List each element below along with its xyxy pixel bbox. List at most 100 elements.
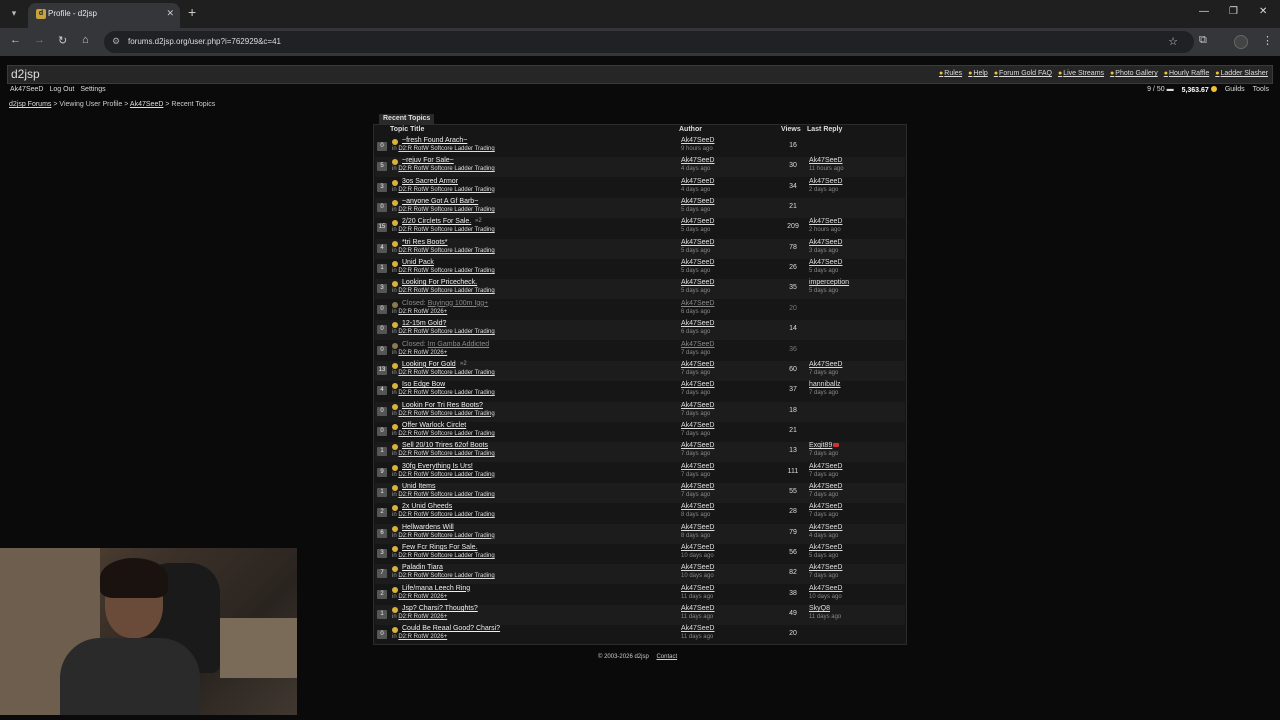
topic-title-link[interactable]: 30fg Everything Is Urs! bbox=[402, 463, 473, 470]
nav-rules[interactable]: ●Rules bbox=[939, 70, 962, 77]
last-reply-user[interactable]: Ak47SeeD bbox=[809, 361, 842, 368]
author-link[interactable]: Ak47SeeD bbox=[681, 503, 714, 510]
author-link[interactable]: Ak47SeeD bbox=[681, 218, 714, 225]
last-reply-user-link[interactable]: Ak47SeeD bbox=[809, 157, 842, 164]
topic-title-link[interactable]: Iso Edge Bow bbox=[402, 381, 445, 388]
forum-link[interactable]: D2:R RotW Softcore Ladder Trading bbox=[398, 370, 494, 376]
topic-title-link[interactable]: Closed: Buyingg 100m Igg+ bbox=[402, 300, 488, 307]
browser-menu-icon[interactable]: ⋮ bbox=[1262, 34, 1273, 47]
forum-link[interactable]: D2:R RotW Softcore Ladder Trading bbox=[398, 146, 494, 152]
forum-link[interactable]: D2:R RotW Softcore Ladder Trading bbox=[398, 207, 494, 213]
topic-title-text[interactable]: Im Gamba Addicted bbox=[428, 341, 489, 348]
author-link[interactable]: Ak47SeeD bbox=[681, 361, 714, 368]
topic-title-link[interactable]: Closed: Im Gamba Addicted bbox=[402, 341, 489, 348]
last-reply-user-link[interactable]: SkyQ8 bbox=[809, 605, 830, 612]
logout-link[interactable]: Log Out bbox=[49, 86, 74, 93]
profile-avatar[interactable] bbox=[1234, 35, 1248, 49]
topic-title-link[interactable]: Few Fcr Rings For Sale. bbox=[402, 544, 477, 551]
forum-link[interactable]: D2:R RotW 2026+ bbox=[398, 594, 447, 600]
last-reply-user-link[interactable]: Ak47SeeD bbox=[809, 259, 842, 266]
nav-ladder-slasher[interactable]: ●Ladder Slasher bbox=[1215, 70, 1268, 77]
last-reply-user[interactable]: Ak47SeeD bbox=[809, 239, 842, 246]
forum-link[interactable]: D2:R RotW 2026+ bbox=[398, 614, 447, 620]
forum-link[interactable]: D2:R RotW Softcore Ladder Trading bbox=[398, 187, 494, 193]
author-link[interactable]: Ak47SeeD bbox=[681, 524, 714, 531]
author-link[interactable]: Ak47SeeD bbox=[681, 279, 714, 286]
topic-title-link[interactable]: Unid Pack bbox=[402, 259, 434, 266]
nav-photo-gallery[interactable]: ●Photo Gallery bbox=[1110, 70, 1158, 77]
author-link[interactable]: Ak47SeeD bbox=[681, 300, 714, 307]
last-reply-user-link[interactable]: Ak47SeeD bbox=[809, 544, 842, 551]
last-reply-user-link[interactable]: Ak47SeeD bbox=[809, 361, 842, 368]
breadcrumb-user[interactable]: Ak47SeeD bbox=[130, 101, 163, 108]
topic-title-link[interactable]: 2/20 Circlets For Sale. bbox=[402, 218, 471, 225]
topic-title-link[interactable]: ~fresh Found Arach~ bbox=[402, 137, 467, 144]
last-reply-user[interactable]: Ak47SeeD bbox=[809, 585, 842, 592]
forum-link[interactable]: D2:R RotW Softcore Ladder Trading bbox=[398, 329, 494, 335]
reload-icon[interactable]: ↻ bbox=[58, 34, 67, 47]
breadcrumb-forums[interactable]: d2jsp Forums bbox=[9, 101, 51, 108]
author-link[interactable]: Ak47SeeD bbox=[681, 625, 714, 632]
last-reply-user-link[interactable]: Ak47SeeD bbox=[809, 483, 842, 490]
last-reply-user[interactable]: hanniballz bbox=[809, 381, 841, 388]
extensions-icon[interactable]: ⧉ bbox=[1199, 34, 1207, 47]
topic-title-link[interactable]: Sell 20/10 Trires 62of Boots bbox=[402, 442, 488, 449]
topic-title-link[interactable]: Could Be Reaal Good? Charsi? bbox=[402, 625, 500, 632]
guilds-link[interactable]: Guilds bbox=[1225, 86, 1245, 94]
author-link[interactable]: Ak47SeeD bbox=[681, 198, 714, 205]
forum-link[interactable]: D2:R RotW 2026+ bbox=[398, 350, 447, 356]
last-reply-user-link[interactable]: hanniballz bbox=[809, 381, 841, 388]
last-reply-user[interactable]: Ak47SeeD bbox=[809, 178, 842, 185]
back-icon[interactable]: ← bbox=[10, 34, 21, 46]
last-reply-user-link[interactable]: Ak47SeeD bbox=[809, 585, 842, 592]
site-info-icon[interactable]: ⚙ bbox=[112, 36, 120, 47]
forum-link[interactable]: D2:R RotW Softcore Ladder Trading bbox=[398, 472, 494, 478]
gold-balance[interactable]: 5,363.67 bbox=[1182, 86, 1217, 94]
author-link[interactable]: Ak47SeeD bbox=[681, 178, 714, 185]
forum-link[interactable]: D2:R RotW Softcore Ladder Trading bbox=[398, 553, 494, 559]
author-link[interactable]: Ak47SeeD bbox=[681, 483, 714, 490]
last-reply-user-link[interactable]: Ak47SeeD bbox=[809, 503, 842, 510]
author-link[interactable]: Ak47SeeD bbox=[681, 259, 714, 266]
window-close-icon[interactable]: ✕ bbox=[1259, 6, 1267, 17]
author-link[interactable]: Ak47SeeD bbox=[681, 137, 714, 144]
topic-title-link[interactable]: *tri Res Boots* bbox=[402, 239, 448, 246]
topic-title-link[interactable]: ~rejuv For Sale~ bbox=[402, 157, 454, 164]
last-reply-user[interactable]: Ak47SeeD bbox=[809, 503, 842, 510]
last-reply-user-link[interactable]: Ak47SeeD bbox=[809, 239, 842, 246]
forum-link[interactable]: D2:R RotW Softcore Ladder Trading bbox=[398, 166, 494, 172]
bookmark-star-icon[interactable]: ☆ bbox=[1168, 35, 1178, 48]
forum-link[interactable]: D2:R RotW Softcore Ladder Trading bbox=[398, 573, 494, 579]
topic-title-link[interactable]: ~anyone Got A Gf Barb~ bbox=[402, 198, 478, 205]
author-link[interactable]: Ak47SeeD bbox=[681, 585, 714, 592]
author-link[interactable]: Ak47SeeD bbox=[681, 463, 714, 470]
topic-title-link[interactable]: Looking For Pricecheck. bbox=[402, 279, 477, 286]
url-text[interactable]: forums.d2jsp.org/user.php?i=762929&c=41 bbox=[128, 37, 281, 46]
topic-pages[interactable]: »2 bbox=[475, 218, 482, 224]
author-link[interactable]: Ak47SeeD bbox=[681, 402, 714, 409]
topic-title-link[interactable]: Lookin For Tri Res Boots? bbox=[402, 402, 483, 409]
browser-tab[interactable]: d Profile - d2jsp ✕ bbox=[28, 3, 180, 28]
author-link[interactable]: Ak47SeeD bbox=[681, 442, 714, 449]
forum-link[interactable]: D2:R RotW Softcore Ladder Trading bbox=[398, 288, 494, 294]
settings-link[interactable]: Settings bbox=[80, 86, 105, 93]
topic-title-link[interactable]: Looking For Gold bbox=[402, 361, 456, 368]
last-reply-user-link[interactable]: Ak47SeeD bbox=[809, 178, 842, 185]
forum-link[interactable]: D2:R RotW Softcore Ladder Trading bbox=[398, 227, 494, 233]
minimize-icon[interactable]: — bbox=[1199, 6, 1209, 17]
last-reply-user[interactable]: Ak47SeeD bbox=[809, 564, 842, 571]
last-reply-user[interactable]: Ak47SeeD bbox=[809, 524, 842, 531]
tab-close-icon[interactable]: ✕ bbox=[166, 8, 174, 19]
messages-count[interactable]: 9 / 50 ▬ bbox=[1147, 86, 1173, 94]
topic-title-text[interactable]: Buyingg 100m Igg+ bbox=[428, 300, 489, 307]
author-link[interactable]: Ak47SeeD bbox=[681, 320, 714, 327]
topic-title-link[interactable]: Life/mana Leech Ring bbox=[402, 585, 470, 592]
last-reply-user[interactable]: Ak47SeeD bbox=[809, 544, 842, 551]
last-reply-user[interactable]: Ak47SeeD bbox=[809, 483, 842, 490]
topic-pages[interactable]: »2 bbox=[460, 361, 467, 367]
forum-link[interactable]: D2:R RotW 2026+ bbox=[398, 309, 447, 315]
forum-link[interactable]: D2:R RotW Softcore Ladder Trading bbox=[398, 431, 494, 437]
forum-link[interactable]: D2:R RotW Softcore Ladder Trading bbox=[398, 533, 494, 539]
last-reply-user[interactable]: imperception bbox=[809, 279, 849, 286]
last-reply-user[interactable]: Ak47SeeD bbox=[809, 157, 842, 164]
